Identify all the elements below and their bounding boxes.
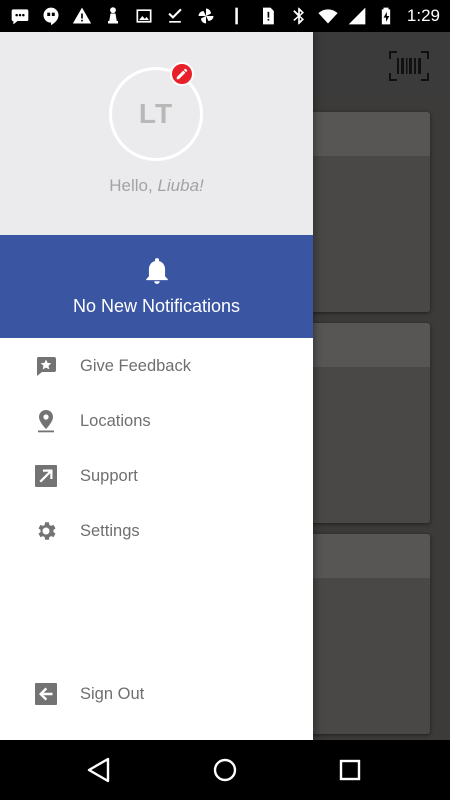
menu-item-label: Support [80,466,138,485]
menu-item-give-feedback[interactable]: Give Feedback [0,340,313,392]
navigation-drawer: LT Hello, Liuba! No New Notifications Gi… [0,32,313,740]
home-icon[interactable] [210,755,240,785]
menu-item-label: Give Feedback [80,356,191,375]
menu-item-locations[interactable]: Locations [0,395,313,447]
user-name: Liuba! [157,176,204,195]
greeting: Hello, Liuba! [0,176,313,196]
signal-icon [347,6,367,26]
bell-icon [144,257,170,285]
background-card [296,323,430,523]
pawn-icon [103,6,123,26]
status-bar: 1:29 [0,0,450,32]
recents-icon[interactable] [335,755,365,785]
greeting-prefix: Hello, [109,176,153,195]
background-card [296,534,430,734]
menu-item-label: Settings [80,521,140,540]
pencil-icon[interactable] [170,62,194,86]
pinwheel-icon [196,6,216,26]
vibrate-icon [227,6,247,26]
background-card [296,112,430,312]
notifications-banner[interactable]: No New Notifications [0,235,313,338]
profile-header: LT Hello, Liuba! [0,32,313,235]
menu-item-label: Locations [80,411,151,430]
status-clock: 1:29 [406,6,440,25]
menu-item-settings[interactable]: Settings [0,505,313,557]
menu-item-support[interactable]: Support [0,450,313,502]
warning-icon [72,6,92,26]
feedback-star-icon [34,354,58,378]
external-link-icon [34,464,58,488]
location-pin-icon [34,409,58,433]
wifi-icon [318,6,338,26]
barcode-scan-icon[interactable] [388,50,430,82]
notifications-text: No New Notifications [72,296,241,316]
gear-icon [34,519,58,543]
bluetooth-icon [289,6,309,26]
system-nav-bar [0,740,450,800]
back-icon[interactable] [85,755,115,785]
battery-charging-icon [376,6,396,26]
menu-item-label: Sign Out [80,684,145,703]
image-icon [134,6,154,26]
exit-arrow-icon [34,682,58,706]
messenger-icon [10,6,30,26]
menu-item-sign-out[interactable]: Sign Out [0,668,313,720]
hangouts-icon [41,6,61,26]
download-done-icon [165,6,185,26]
sim-icon [258,6,278,26]
